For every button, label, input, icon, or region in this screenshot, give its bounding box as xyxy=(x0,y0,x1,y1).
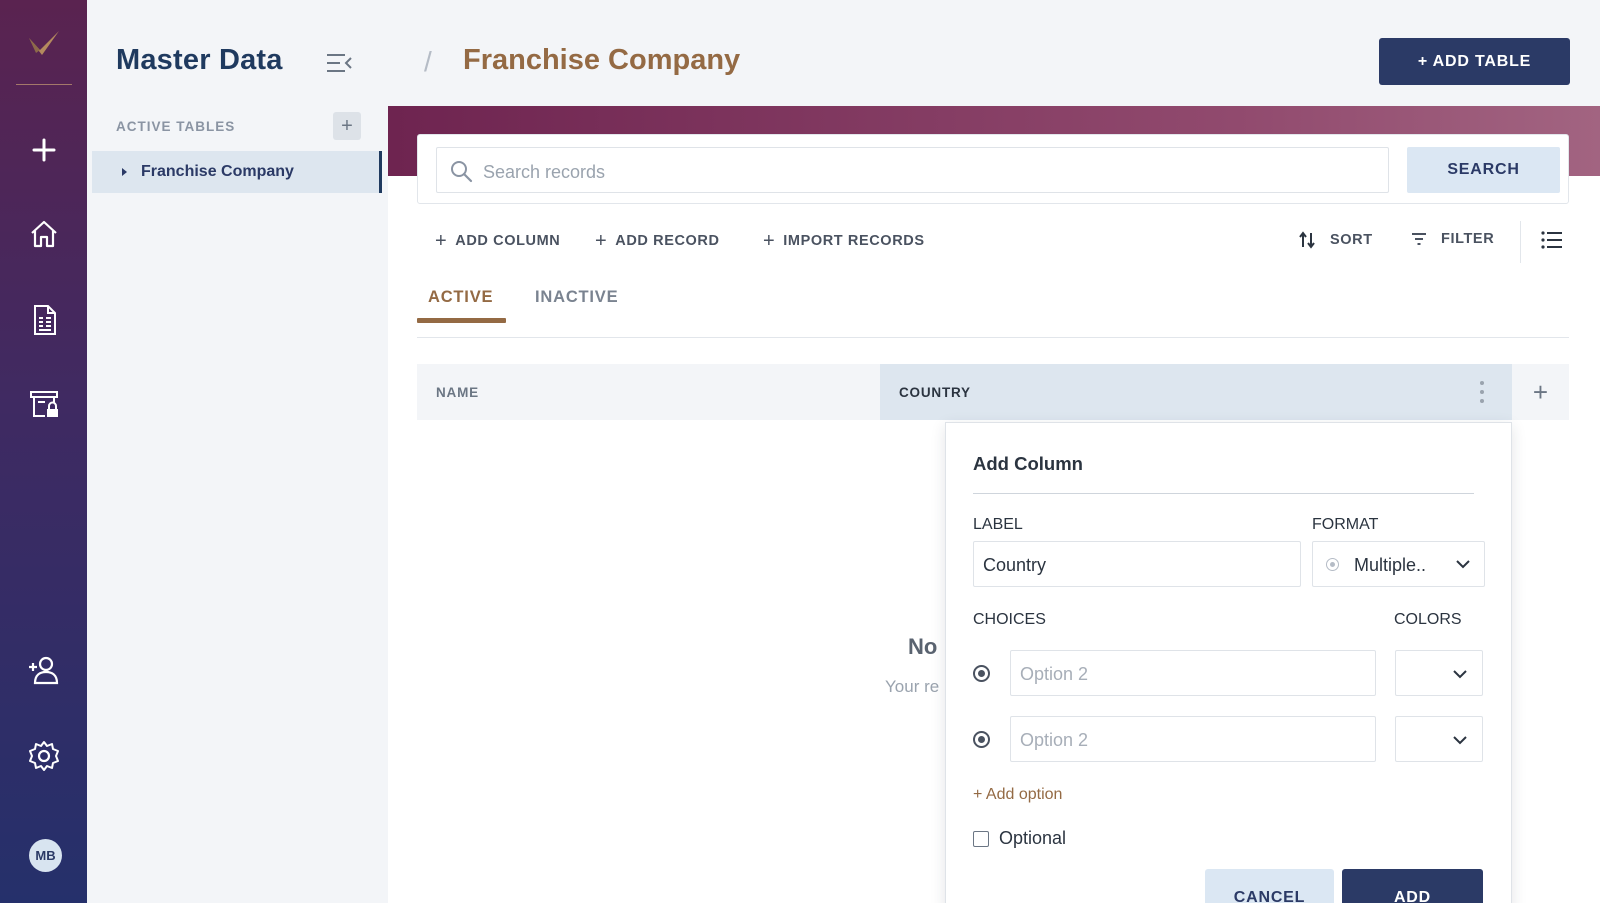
colors-label: COLORS xyxy=(1394,611,1462,628)
settings-button[interactable] xyxy=(24,736,64,776)
column-menu-icon[interactable] xyxy=(1480,380,1484,404)
toolbar: + ADD COLUMN + ADD RECORD + IMPORT RECOR… xyxy=(417,221,1569,263)
collapse-menu-icon[interactable] xyxy=(325,52,353,74)
documents-button[interactable] xyxy=(24,300,64,340)
choices-label: CHOICES xyxy=(973,611,1046,628)
sort-icon xyxy=(1299,231,1315,249)
home-button[interactable] xyxy=(24,214,64,254)
plus-icon: + xyxy=(595,230,608,252)
choice-2-radio[interactable] xyxy=(973,731,990,748)
search-input[interactable]: Search records xyxy=(436,147,1389,193)
status-tabs: ACTIVE INACTIVE xyxy=(417,276,1569,338)
popup-divider xyxy=(973,493,1474,494)
tab-inactive[interactable]: INACTIVE xyxy=(535,288,618,307)
sidebar-item-franchise-company[interactable]: Franchise Company xyxy=(92,151,382,193)
label-field-label: LABEL xyxy=(973,516,1023,533)
chevron-down-icon xyxy=(1456,560,1470,569)
format-radio-icon xyxy=(1326,558,1339,571)
add-record-button[interactable]: + ADD RECORD xyxy=(595,231,720,251)
document-icon xyxy=(34,305,56,335)
chevron-down-icon xyxy=(1453,736,1467,745)
optional-label: Optional xyxy=(999,828,1067,848)
choice-1-color-select[interactable] xyxy=(1395,650,1483,696)
optional-checkbox[interactable] xyxy=(973,831,989,847)
column-header-country[interactable]: COUNTRY xyxy=(880,364,1512,420)
plus-icon: + xyxy=(435,230,448,252)
add-table-small-button[interactable]: + xyxy=(333,112,361,140)
home-icon xyxy=(31,220,57,248)
archive-lock-icon xyxy=(30,391,58,417)
sidebar-item-label: Franchise Company xyxy=(141,163,294,180)
toolbar-divider xyxy=(1520,221,1521,263)
add-column-popup: Add Column LABEL FORMAT Country Multiple… xyxy=(945,422,1512,903)
gear-icon xyxy=(29,741,59,771)
add-column-header-button[interactable]: + xyxy=(1512,364,1569,420)
choice-1-input[interactable]: Option 2 xyxy=(1010,650,1376,696)
empty-state-title: No xyxy=(908,634,938,659)
add-option-link[interactable]: + Add option xyxy=(973,786,1062,804)
avatar[interactable]: MB xyxy=(29,839,62,872)
archive-lock-button[interactable] xyxy=(24,384,64,424)
popup-title: Add Column xyxy=(973,453,1083,474)
search-button[interactable]: SEARCH xyxy=(1407,147,1560,193)
filter-icon xyxy=(1412,233,1426,245)
format-field-label: FORMAT xyxy=(1312,516,1379,533)
empty-state-subtitle: Your re xyxy=(885,677,940,696)
sidebar: Master Data ACTIVE TABLES + Franchise Co… xyxy=(87,0,388,903)
sidebar-title: Master Data xyxy=(116,44,283,76)
add-user-button[interactable] xyxy=(24,650,64,690)
plus-icon xyxy=(32,138,56,162)
filter-button[interactable]: FILTER xyxy=(1411,231,1494,247)
page-header: / Franchise Company + ADD TABLE xyxy=(388,0,1600,106)
active-tables-label: ACTIVE TABLES xyxy=(116,119,236,134)
left-rail: MB xyxy=(0,0,87,903)
add-button[interactable]: ADD xyxy=(1342,869,1483,903)
add-column-button[interactable]: + ADD COLUMN xyxy=(435,231,560,251)
create-button[interactable] xyxy=(24,130,64,170)
table-header: NAME COUNTRY + xyxy=(417,364,1569,420)
add-table-button[interactable]: + ADD TABLE xyxy=(1379,38,1570,85)
rail-divider xyxy=(16,84,72,85)
search-card: Search records SEARCH xyxy=(417,134,1569,204)
format-select[interactable]: Multiple.. xyxy=(1312,541,1485,587)
choice-1-radio[interactable] xyxy=(973,665,990,682)
plus-icon: + xyxy=(763,230,776,252)
search-icon xyxy=(451,161,473,183)
search-placeholder: Search records xyxy=(483,162,606,182)
logo-icon[interactable] xyxy=(26,28,62,58)
page-title: Franchise Company xyxy=(463,44,741,76)
cancel-button[interactable]: CANCEL xyxy=(1205,869,1334,903)
sort-button[interactable]: SORT xyxy=(1298,231,1373,249)
caret-right-icon xyxy=(122,168,127,176)
list-view-icon[interactable] xyxy=(1541,231,1563,249)
choice-2-color-select[interactable] xyxy=(1395,716,1483,762)
import-records-button[interactable]: + IMPORT RECORDS xyxy=(763,231,925,251)
add-user-icon xyxy=(29,656,59,685)
column-header-name[interactable]: NAME xyxy=(417,364,880,420)
tab-active[interactable]: ACTIVE xyxy=(428,288,493,307)
breadcrumb-separator: / xyxy=(424,46,432,77)
chevron-down-icon xyxy=(1453,670,1467,679)
active-tab-indicator xyxy=(417,318,506,323)
choice-2-input[interactable]: Option 2 xyxy=(1010,716,1376,762)
label-input[interactable]: Country xyxy=(973,541,1301,587)
